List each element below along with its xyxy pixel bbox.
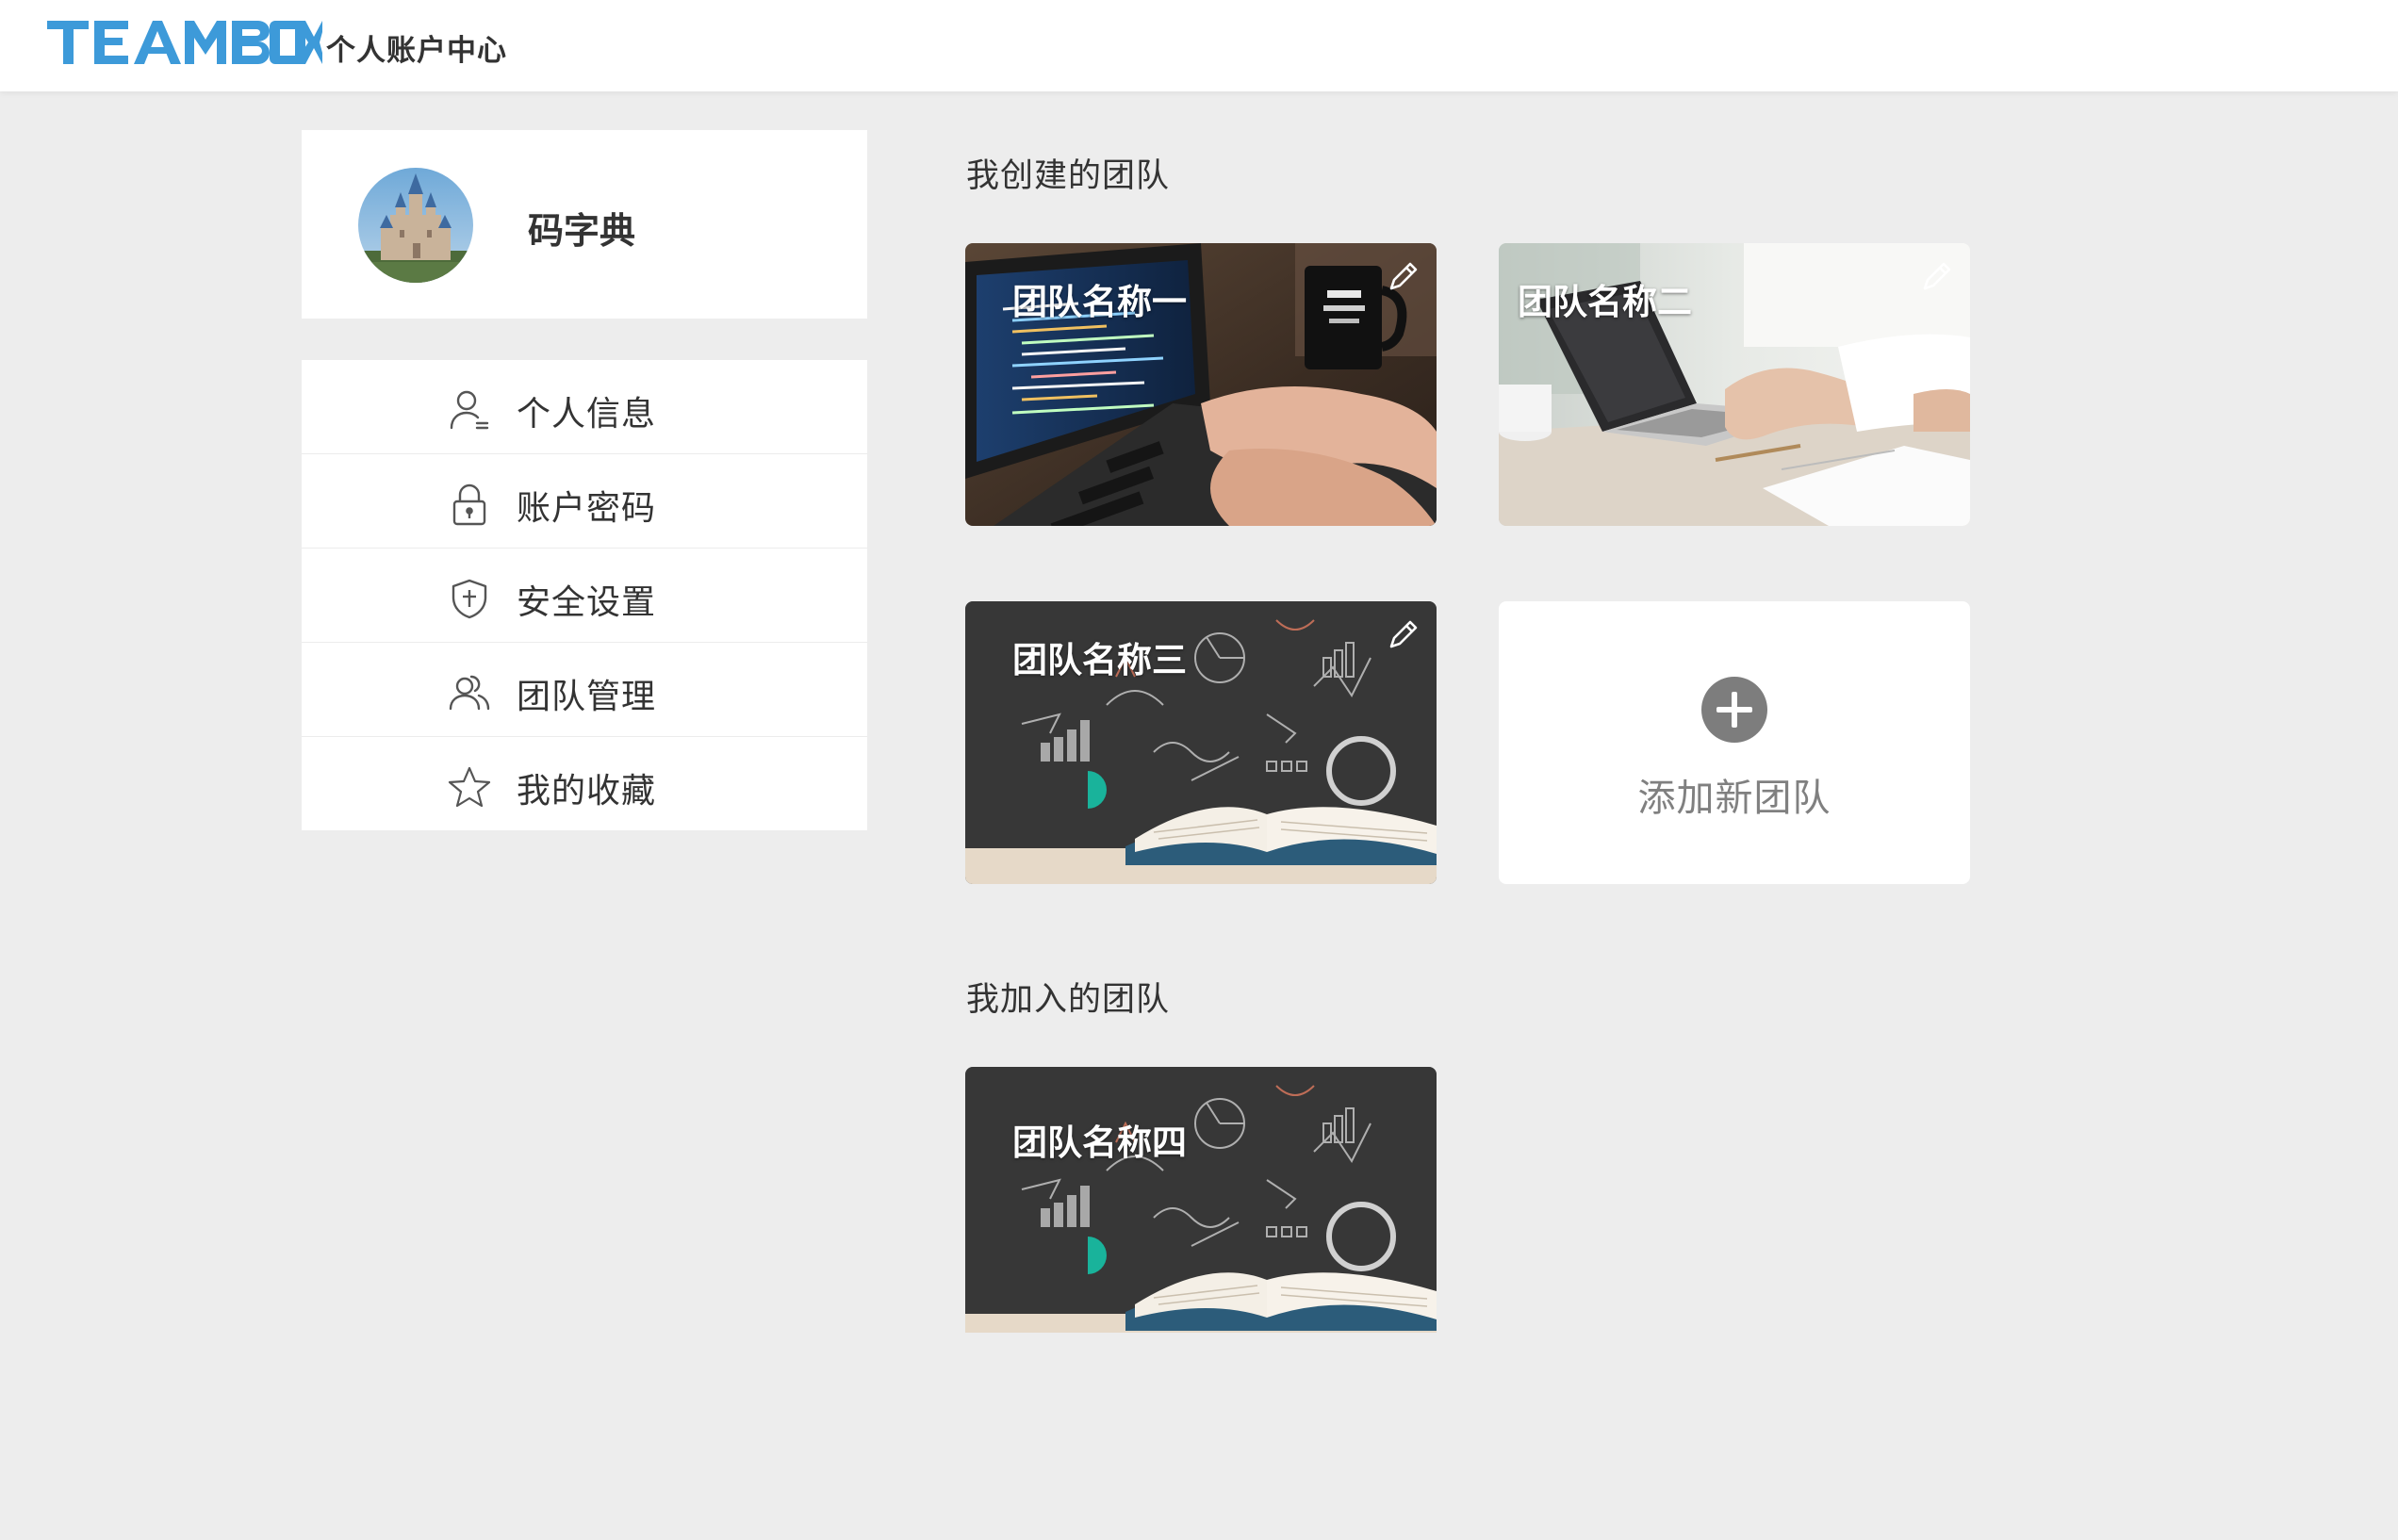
menu-item-label: 我的收藏 bbox=[517, 772, 657, 811]
menu-item-label: 个人信息 bbox=[517, 395, 657, 434]
created-teams-title: 我创建的团队 bbox=[966, 157, 1171, 195]
top-bar: 个人账户中心 bbox=[0, 0, 2398, 91]
joined-teams-title: 我加入的团队 bbox=[966, 981, 1171, 1019]
team-card[interactable]: 团队名称一 bbox=[965, 243, 1437, 526]
chalkboard-book-photo bbox=[965, 1067, 1437, 1333]
star-icon bbox=[448, 766, 491, 808]
menu-item-label: 安全设置 bbox=[517, 583, 657, 622]
menu-item-label: 账户密码 bbox=[517, 489, 657, 528]
teambox-logo[interactable] bbox=[47, 19, 322, 66]
user-icon bbox=[450, 390, 489, 430]
avatar[interactable] bbox=[358, 168, 473, 283]
plus-circle-icon bbox=[1701, 677, 1767, 743]
team-name: 团队名称一 bbox=[1012, 282, 1187, 322]
profile-card: 码字典 bbox=[302, 130, 867, 319]
team-card[interactable]: 团队名称二 bbox=[1499, 243, 1970, 526]
edit-pencil-icon[interactable] bbox=[1384, 616, 1421, 654]
menu-item-security-settings[interactable]: 安全设置 bbox=[302, 549, 867, 643]
edit-pencil-icon[interactable] bbox=[1384, 258, 1421, 296]
team-icon bbox=[449, 675, 490, 711]
team-card[interactable]: 团队名称三 bbox=[965, 601, 1437, 884]
add-team-label: 添加新团队 bbox=[1637, 777, 1831, 820]
edit-pencil-icon[interactable] bbox=[1917, 258, 1955, 296]
team-name: 团队名称二 bbox=[1518, 282, 1692, 322]
menu-item-my-favorites[interactable]: 我的收藏 bbox=[302, 737, 867, 830]
add-team-card[interactable]: 添加新团队 bbox=[1499, 601, 1970, 884]
side-menu: 个人信息 账户密码 安全设置 团队管理 我的收藏 bbox=[302, 360, 867, 830]
menu-item-account-password[interactable]: 账户密码 bbox=[302, 454, 867, 549]
shield-icon bbox=[452, 579, 487, 619]
menu-item-team-management[interactable]: 团队管理 bbox=[302, 643, 867, 737]
menu-item-label: 团队管理 bbox=[517, 678, 657, 716]
profile-name: 码字典 bbox=[528, 210, 636, 252]
castle-avatar-image bbox=[358, 168, 473, 283]
lock-icon bbox=[452, 483, 486, 526]
team-name: 团队名称四 bbox=[1012, 1122, 1187, 1163]
team-name: 团队名称三 bbox=[1012, 640, 1187, 680]
team-card[interactable]: 团队名称四 bbox=[965, 1067, 1437, 1333]
menu-item-profile-info[interactable]: 个人信息 bbox=[302, 360, 867, 454]
page-subtitle: 个人账户中心 bbox=[326, 34, 507, 68]
